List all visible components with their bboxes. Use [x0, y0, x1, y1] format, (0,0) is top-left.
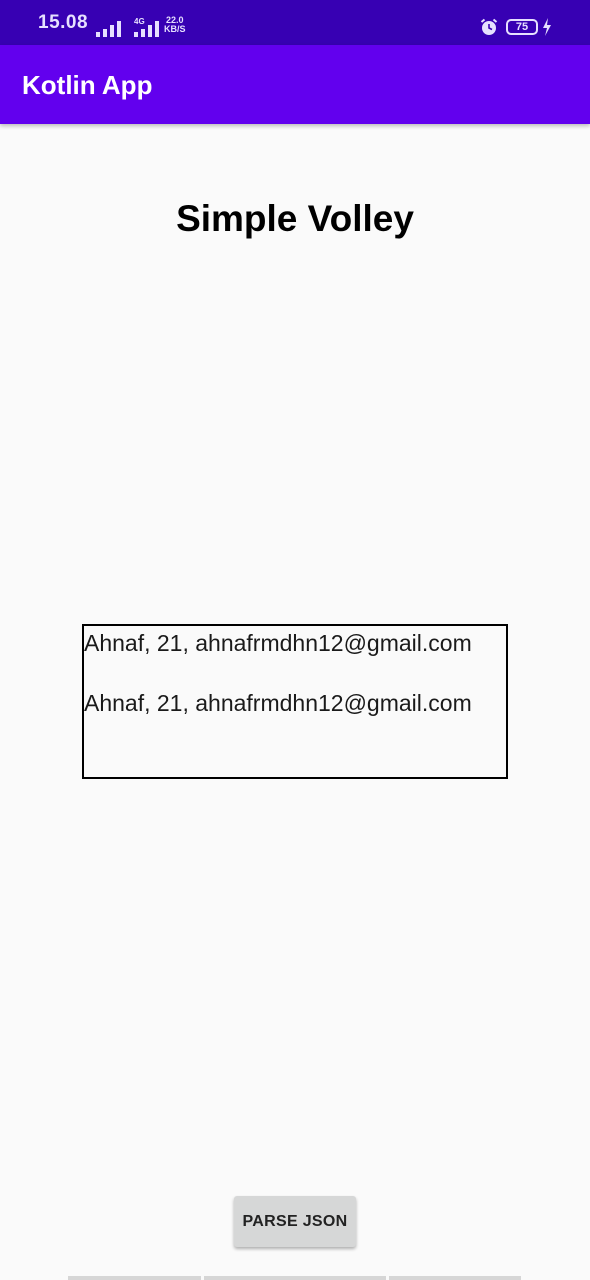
result-line: Ahnaf, 21, ahnafrmdhn12@gmail.com: [84, 690, 472, 716]
bottom-divider: [389, 1276, 521, 1280]
bottom-divider: [68, 1276, 201, 1280]
status-bar: 15.08 4G 22.0 KB/S 75: [0, 0, 590, 45]
battery-icon: 75: [506, 19, 538, 35]
status-time: 15.08: [38, 12, 89, 33]
bottom-divider: [204, 1276, 386, 1280]
parse-json-button[interactable]: PARSE JSON: [234, 1196, 356, 1247]
alarm-icon: [480, 18, 498, 35]
app-title: Kotlin App: [22, 70, 153, 100]
result-line: Ahnaf, 21, ahnafrmdhn12@gmail.com: [84, 630, 472, 656]
app-bar: Kotlin App: [0, 45, 590, 124]
signal-icon: [134, 21, 159, 37]
signal-icon: [96, 21, 121, 37]
battery-level: 75: [515, 21, 529, 33]
json-result-box: Ahnaf, 21, ahnafrmdhn12@gmail.com Ahnaf,…: [82, 624, 508, 779]
network-speed-unit: KB/S: [164, 24, 186, 34]
page-title: Simple Volley: [176, 198, 414, 239]
charging-bolt-icon: [543, 18, 551, 36]
network-speed: 22.0 KB/S: [164, 16, 186, 34]
